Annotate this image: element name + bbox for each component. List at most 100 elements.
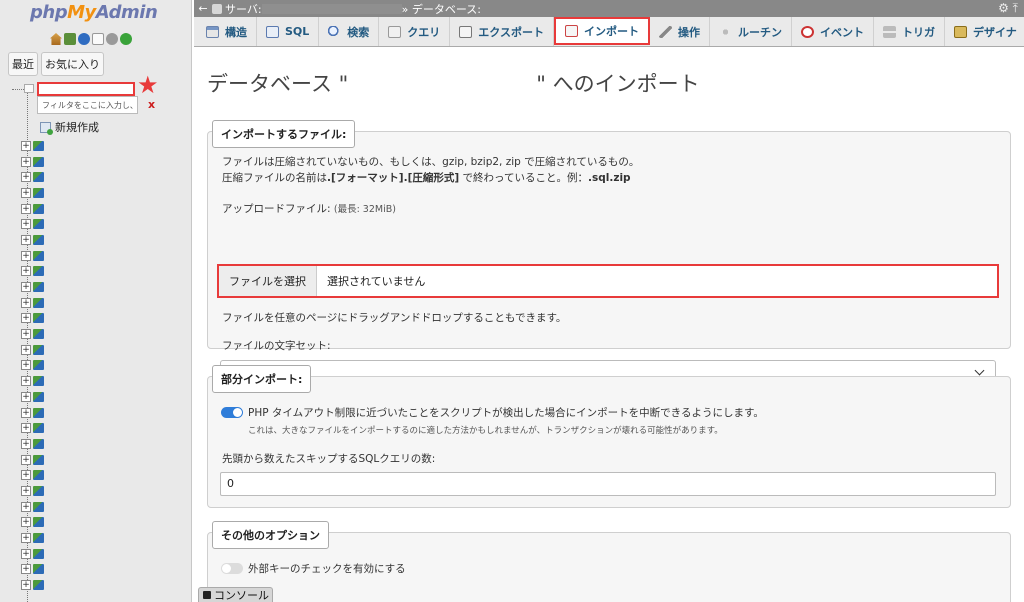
expand-icon[interactable]: + <box>21 423 31 434</box>
file-upload-input[interactable]: ファイルを選択 選択されていません <box>217 264 999 298</box>
table-tree-item[interactable]: + <box>21 248 44 264</box>
logo-php: php <box>30 2 68 23</box>
table-tree-item[interactable]: + <box>21 467 44 483</box>
table-tree-item[interactable]: + <box>21 358 44 374</box>
format-info-pre: 圧縮ファイルの名前は <box>222 172 327 184</box>
annotation-star: ★ <box>137 71 159 99</box>
expand-icon[interactable]: + <box>21 533 31 544</box>
foreign-key-check-toggle[interactable] <box>221 563 243 574</box>
table-tree-item[interactable]: + <box>21 436 44 452</box>
import-icon <box>564 25 578 37</box>
table-tree-item[interactable]: + <box>21 405 44 421</box>
expand-icon[interactable]: + <box>21 140 31 151</box>
expand-icon[interactable]: + <box>21 407 31 418</box>
expand-icon[interactable]: + <box>21 376 31 387</box>
expand-icon[interactable]: + <box>21 297 31 308</box>
table-tree-item[interactable]: + <box>21 373 44 389</box>
expand-icon[interactable]: + <box>21 548 31 559</box>
back-arrow-icon[interactable]: ← <box>194 2 212 15</box>
new-table-link[interactable]: 新規作成 <box>40 119 99 135</box>
table-tree-item[interactable]: + <box>21 169 44 185</box>
tab-triggers[interactable]: トリガ <box>874 17 945 46</box>
table-tree-item[interactable]: + <box>21 483 44 499</box>
skip-queries-input[interactable]: 0 <box>220 472 996 496</box>
recent-tab[interactable]: 最近 <box>8 52 38 76</box>
logout-icon[interactable] <box>64 33 76 45</box>
table-tree-item[interactable]: + <box>21 577 44 593</box>
expand-icon[interactable]: + <box>21 313 31 324</box>
table-tree-item[interactable]: + <box>21 138 44 154</box>
expand-icon[interactable]: + <box>21 438 31 449</box>
clear-filter-button[interactable]: x <box>148 98 155 111</box>
table-tree-item[interactable]: + <box>21 311 44 327</box>
expand-icon[interactable]: + <box>21 485 31 496</box>
table-tree-item[interactable]: + <box>21 154 44 170</box>
table-tree-item[interactable]: + <box>21 420 44 436</box>
tab-sql[interactable]: SQL <box>257 17 320 46</box>
expand-icon[interactable]: + <box>21 501 31 512</box>
expand-icon[interactable]: + <box>21 454 31 465</box>
table-icon <box>33 580 44 591</box>
expand-icon[interactable]: + <box>21 203 31 214</box>
table-tree-item[interactable]: + <box>21 264 44 280</box>
expand-icon[interactable]: + <box>21 187 31 198</box>
table-tree-item[interactable]: + <box>21 295 44 311</box>
table-tree-item[interactable]: + <box>21 342 44 358</box>
expand-icon[interactable]: + <box>21 517 31 528</box>
table-icon <box>33 485 44 496</box>
expand-icon[interactable]: + <box>21 266 31 277</box>
help-icon[interactable] <box>78 33 90 45</box>
tab-import[interactable]: インポート <box>553 17 650 45</box>
home-icon[interactable] <box>50 33 62 45</box>
expand-icon[interactable]: + <box>21 360 31 371</box>
tab-structure[interactable]: 構造 <box>197 17 257 46</box>
documentation-icon[interactable] <box>92 33 104 45</box>
expand-icon[interactable]: + <box>21 564 31 575</box>
expand-icon[interactable]: + <box>21 156 31 167</box>
expand-icon[interactable]: + <box>21 282 31 293</box>
timeout-interrupt-toggle[interactable] <box>221 407 243 418</box>
tab-export[interactable]: エクスポート <box>450 17 554 46</box>
tree-root-icon[interactable] <box>24 84 34 93</box>
tab-search[interactable]: 検索 <box>319 17 380 46</box>
table-tree-item[interactable]: + <box>21 499 44 515</box>
reload-icon[interactable] <box>120 33 132 45</box>
expand-icon[interactable]: + <box>21 219 31 230</box>
console-tab[interactable]: コンソール <box>198 587 273 602</box>
table-tree-item[interactable]: + <box>21 279 44 295</box>
breadcrumb-database[interactable]: » データベース: <box>402 1 481 17</box>
table-tree-item[interactable]: + <box>21 389 44 405</box>
settings-icon[interactable] <box>106 33 118 45</box>
expand-icon[interactable]: + <box>21 250 31 261</box>
tab-routines[interactable]: ルーチン <box>710 17 792 46</box>
expand-icon[interactable]: + <box>21 580 31 591</box>
table-tree-item[interactable]: + <box>21 201 44 217</box>
expand-icon[interactable]: + <box>21 391 31 402</box>
table-tree-item[interactable]: + <box>21 232 44 248</box>
settings-gear-icon[interactable]: ⚙ ⤒ <box>998 1 1018 16</box>
expand-icon[interactable]: + <box>21 470 31 481</box>
tab-designer[interactable]: デザイナ <box>945 17 1024 46</box>
table-icon <box>33 266 44 277</box>
tree-filter-input[interactable]: フィルタをここに入力し、Er <box>37 96 138 114</box>
table-tree-item[interactable]: + <box>21 530 44 546</box>
tab-operations[interactable]: 操作 <box>650 17 710 46</box>
expand-icon[interactable]: + <box>21 344 31 355</box>
table-tree-item[interactable]: + <box>21 216 44 232</box>
breadcrumb-server[interactable]: サーバ: <box>212 1 262 17</box>
table-tree-item[interactable]: + <box>21 326 44 342</box>
choose-file-button[interactable]: ファイルを選択 <box>219 266 317 296</box>
table-tree-item[interactable]: + <box>21 185 44 201</box>
tab-events[interactable]: イベント <box>792 17 874 46</box>
tab-label: 検索 <box>347 25 370 39</box>
expand-icon[interactable]: + <box>21 172 31 183</box>
expand-icon[interactable]: + <box>21 234 31 245</box>
table-tree-item[interactable]: + <box>21 515 44 531</box>
table-tree-item[interactable]: + <box>21 452 44 468</box>
table-tree-item[interactable]: + <box>21 546 44 562</box>
tab-query[interactable]: クエリ <box>379 17 451 46</box>
favorites-tab[interactable]: お気に入り <box>41 52 104 76</box>
phpmyadmin-logo[interactable]: phpMyAdmin <box>30 2 158 23</box>
expand-icon[interactable]: + <box>21 329 31 340</box>
table-tree-item[interactable]: + <box>21 562 44 578</box>
